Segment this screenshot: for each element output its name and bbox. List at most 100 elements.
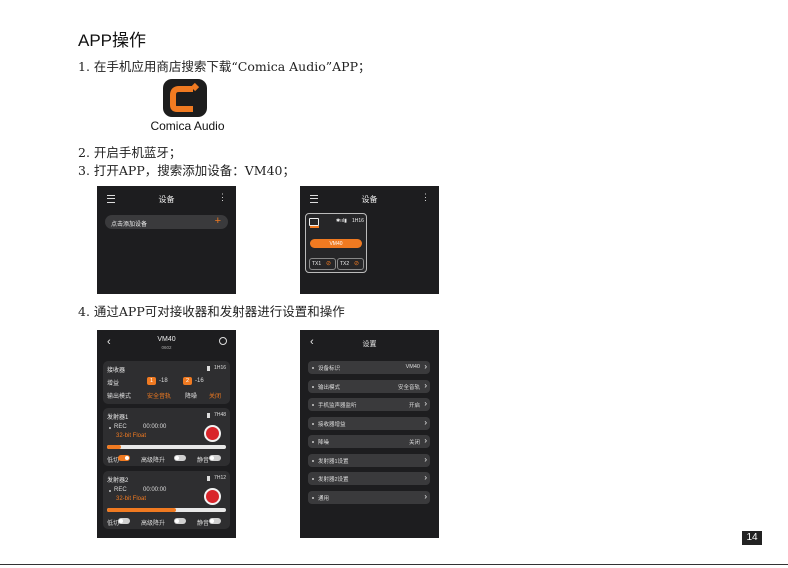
tx1-auto-gain-toggle[interactable]: [174, 455, 186, 461]
tx2-label: TX2: [340, 261, 350, 267]
settings-row[interactable]: 降噪 关闭 ›: [308, 435, 430, 448]
channel-1-gain: -18: [159, 378, 168, 384]
device-card-vm40[interactable]: ✱ııl▮ 1H16 VM40 TX1 ⊘ TX2 ⊘: [305, 213, 367, 273]
app-header: 设备 ⋮: [300, 186, 439, 212]
receiver-led: [310, 226, 319, 228]
device-name: VM40: [329, 241, 343, 247]
add-device-label: 点击添加设备: [111, 222, 148, 228]
tx2-record-button[interactable]: [204, 488, 221, 505]
chevron-right-icon: ›: [424, 436, 427, 445]
receiver-card: 接收器 1H16 增益 1 -18 2 -16 输出模式 安全音轨 降噪 关闭: [103, 361, 230, 404]
more-icon[interactable]: ⋮: [218, 193, 227, 202]
settings-row-label: 设备标识: [318, 366, 341, 372]
settings-gear-icon[interactable]: [219, 337, 227, 345]
tx1-mute-toggle[interactable]: [209, 455, 221, 461]
add-device-button[interactable]: 点击添加设备 +: [105, 215, 228, 229]
settings-row-value: VM40: [405, 364, 420, 370]
rec-bullet-icon: [109, 490, 111, 492]
step-4: 4. 通过APP可对接收器和发射器进行设置和操作: [78, 304, 345, 319]
tx2-level-slider[interactable]: [107, 508, 226, 512]
output-mode-value[interactable]: 安全音轨: [147, 391, 171, 400]
device-button-vm40[interactable]: VM40: [310, 239, 362, 248]
footer-rule: [0, 564, 788, 565]
settings-row-label: 通用: [318, 495, 330, 502]
chevron-right-icon: ›: [424, 362, 427, 371]
tx1-label: 发射器1: [107, 415, 129, 421]
tx2-chip[interactable]: TX2 ⊘: [337, 258, 364, 270]
bullet-icon: [312, 422, 314, 425]
channel-1-badge[interactable]: 1: [147, 377, 156, 385]
screen-title: 设备: [158, 195, 175, 204]
tx2-auto-gain-label: 高级降升: [141, 521, 166, 527]
tx2-low-cut-toggle[interactable]: [118, 518, 130, 524]
tx1-record-button[interactable]: [204, 425, 221, 442]
tx2-mute-label: 静音: [197, 521, 210, 527]
plus-icon: +: [214, 215, 221, 227]
noise-value[interactable]: 关闭: [209, 391, 221, 400]
step-3: 3. 打开APP，搜索添加设备：VM40；: [78, 163, 295, 178]
settings-row[interactable]: 接收器增益 ›: [308, 416, 430, 430]
bullet-icon: [312, 459, 314, 462]
comica-app-logo: [163, 79, 207, 117]
tx2-battery: 7H12: [214, 475, 226, 481]
settings-row[interactable]: 输出模式 安全音轨 ›: [308, 379, 430, 393]
settings-row-label: 接收器增益: [318, 421, 346, 428]
channel-2-gain: -16: [195, 378, 204, 384]
rec-bullet-icon: [109, 427, 111, 429]
bullet-icon: [312, 441, 314, 443]
settings-row-label: 降噪: [318, 440, 330, 446]
receiver-battery: 1H16: [214, 365, 226, 371]
bullet-icon: [312, 478, 314, 480]
signal-icon: ✱ııl▮: [336, 218, 347, 224]
bullet-icon: [312, 404, 314, 406]
tx2-rec-label: REC: [114, 487, 127, 493]
chevron-right-icon: ›: [424, 473, 427, 482]
screenshot-settings: ‹ 设置 设备标识 VM40 › 输出模式 安全音轨 › 手机监声器监听 开启 › 接收器增益 › 降…: [300, 330, 439, 538]
tx1-level-fill: [107, 445, 122, 449]
settings-row-value: 关闭: [408, 440, 420, 446]
tx1-rec-label: REC: [114, 424, 127, 430]
settings-row[interactable]: 设备标识 VM40 ›: [308, 361, 430, 374]
settings-row[interactable]: 发射器2设置 ›: [308, 472, 430, 485]
receiver-label: 接收器: [107, 368, 126, 374]
channel-2-badge[interactable]: 2: [183, 377, 192, 385]
gain-label: 增益: [107, 381, 120, 387]
battery-icon: [207, 413, 210, 418]
screen-title: 设备: [361, 195, 378, 204]
settings-row[interactable]: 通用 ›: [308, 490, 430, 504]
transmitter-2-card: 发射器2 7H12 REC 00:00:00 32-bit Float 低切 高…: [103, 471, 230, 529]
link-icon: ⊘: [326, 261, 332, 267]
tx1-auto-gain-label: 高级降升: [141, 458, 166, 464]
output-mode-label: 输出模式: [107, 394, 132, 400]
transmitter-1-card: 发射器1 7H48 REC 00:00:00 32-bit Float 低切 高…: [103, 408, 230, 466]
tx2-auto-gain-toggle[interactable]: [174, 518, 186, 524]
receiver-icon: [309, 218, 319, 226]
settings-row-value: 开启: [408, 403, 420, 409]
battery-icon: [207, 476, 210, 481]
bullet-icon: [312, 367, 314, 369]
tx1-low-cut-toggle[interactable]: [118, 455, 130, 461]
device-title: VM40: [157, 336, 176, 343]
tx1-rec-time: 00:00:00: [143, 424, 167, 430]
settings-row-label: 输出模式: [318, 384, 341, 391]
bullet-icon: [312, 385, 314, 388]
more-icon[interactable]: ⋮: [421, 193, 430, 202]
settings-title: 设置: [362, 341, 377, 348]
device-subtitle: 0602: [161, 345, 172, 350]
settings-row[interactable]: 手机监声器监听 开启 ›: [308, 398, 430, 411]
tx1-level-slider[interactable]: [107, 445, 226, 449]
tx1-chip[interactable]: TX1 ⊘: [309, 258, 336, 270]
bullet-icon: [312, 496, 314, 499]
settings-row-label: 发射器2设置: [318, 477, 349, 483]
step-2: 2. 开启手机蓝牙；: [78, 145, 182, 160]
chevron-right-icon: ›: [424, 399, 427, 408]
step-1: 1. 在手机应用商店搜索下载“Comica Audio”APP；: [78, 59, 371, 74]
screenshot-device-list-empty: 设备 ⋮ 点击添加设备 +: [97, 186, 236, 294]
tx1-format: 32-bit Float: [116, 433, 147, 439]
link-icon: ⊘: [354, 261, 360, 267]
battery-icon: [207, 366, 210, 371]
settings-row[interactable]: 发射器1设置 ›: [308, 453, 430, 467]
tx2-mute-toggle[interactable]: [209, 518, 221, 524]
settings-row-value: 安全音轨: [397, 384, 420, 391]
tx2-label: 发射器2: [107, 478, 129, 484]
